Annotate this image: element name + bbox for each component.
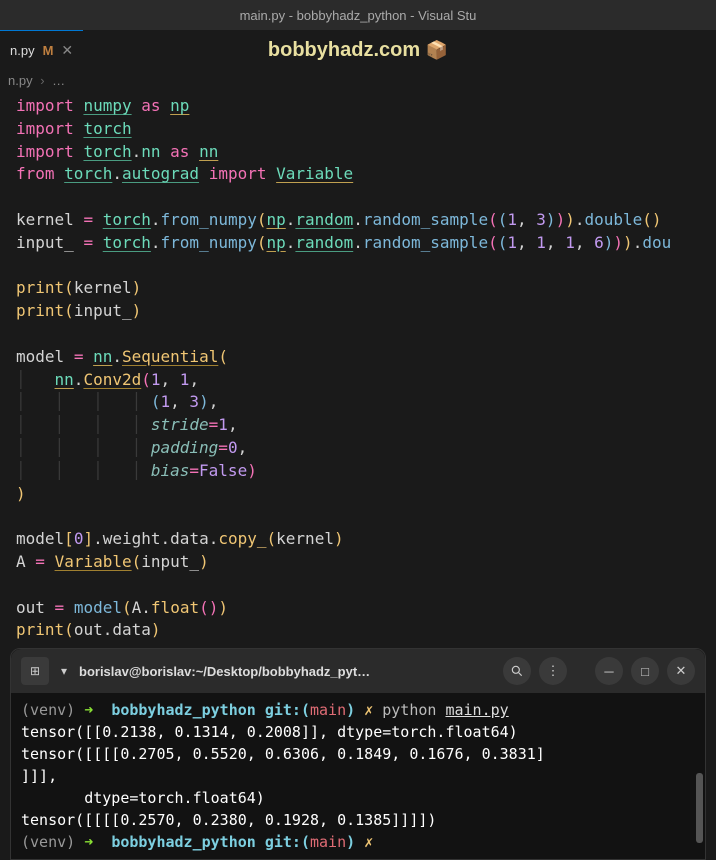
code-line: input_ = torch.from_numpy(np.random.rand…: [16, 233, 671, 252]
code-line: │ │ │ │ padding=0,: [16, 438, 247, 457]
close-icon[interactable]: ✕: [61, 42, 73, 59]
code-line: print(kernel): [16, 278, 141, 297]
code-line: print(out.data): [16, 620, 161, 639]
close-icon[interactable]: ✕: [667, 657, 695, 685]
code-line: import torch.nn as nn: [16, 142, 218, 161]
code-line: out = model(A.float()): [16, 598, 228, 617]
tab-modified-indicator: M: [43, 43, 54, 58]
code-line: import torch: [16, 119, 132, 138]
terminal-line: tensor([[[[0.2705, 0.5520, 0.6306, 0.184…: [21, 745, 545, 763]
tab-main-py[interactable]: n.py M ✕: [0, 30, 83, 70]
tab-bar: n.py M ✕ bobbyhadz.com 📦: [0, 30, 716, 70]
search-icon[interactable]: [503, 657, 531, 685]
watermark: bobbyhadz.com 📦: [268, 39, 448, 62]
terminal-line: (venv) ➜ bobbyhadz_python git:(main) ✗ p…: [21, 701, 509, 719]
scrollbar[interactable]: [696, 773, 703, 843]
maximize-icon[interactable]: □: [631, 657, 659, 685]
watermark-text: bobbyhadz.com: [268, 39, 420, 61]
code-line: model = nn.Sequential(: [16, 347, 228, 366]
terminal-panel: ⊞ ▾ borislav@borislav:~/Desktop/bobbyhad…: [10, 648, 706, 860]
code-line: model[0].weight.data.copy_(kernel): [16, 529, 344, 548]
code-line: print(input_): [16, 301, 141, 320]
package-icon: 📦: [426, 40, 448, 60]
code-editor[interactable]: import numpy as np import torch import t…: [0, 91, 716, 646]
terminal-icon[interactable]: ⊞: [21, 657, 49, 685]
breadcrumb[interactable]: n.py › …: [0, 70, 716, 91]
terminal-line: (venv) ➜ bobbyhadz_python git:(main) ✗: [21, 833, 373, 851]
window-title: main.py - bobbyhadz_python - Visual Stu: [240, 8, 477, 23]
tab-filename: n.py: [10, 43, 35, 58]
terminal-output[interactable]: (venv) ➜ bobbyhadz_python git:(main) ✗ p…: [11, 693, 705, 859]
code-line: │ │ │ │ stride=1,: [16, 415, 238, 434]
terminal-line: ]]],: [21, 767, 57, 785]
terminal-line: tensor([[[[0.2570, 0.2380, 0.1928, 0.138…: [21, 811, 436, 829]
minimize-icon[interactable]: ─: [595, 657, 623, 685]
code-line: ): [16, 484, 26, 503]
code-line: │ │ │ │ (1, 3),: [16, 392, 218, 411]
menu-icon[interactable]: ⋮: [539, 657, 567, 685]
terminal-line: dtype=torch.float64): [21, 789, 265, 807]
breadcrumb-more: …: [52, 73, 65, 88]
code-line: A = Variable(input_): [16, 552, 209, 571]
breadcrumb-file: n.py: [8, 73, 33, 88]
code-line: kernel = torch.from_numpy(np.random.rand…: [16, 210, 662, 229]
code-line: │ nn.Conv2d(1, 1,: [16, 370, 199, 389]
terminal-header[interactable]: ⊞ ▾ borislav@borislav:~/Desktop/bobbyhad…: [11, 649, 705, 693]
window-titlebar: main.py - bobbyhadz_python - Visual Stu: [0, 0, 716, 30]
code-line: │ │ │ │ bias=False): [16, 461, 257, 480]
chevron-right-icon: ›: [40, 73, 44, 88]
terminal-line: tensor([[0.2138, 0.1314, 0.2008]], dtype…: [21, 723, 518, 741]
code-line: from torch.autograd import Variable: [16, 164, 353, 183]
code-line: import numpy as np: [16, 96, 189, 115]
terminal-title: borislav@borislav:~/Desktop/bobbyhadz_py…: [79, 664, 495, 679]
chevron-down-icon[interactable]: ▾: [57, 657, 71, 685]
